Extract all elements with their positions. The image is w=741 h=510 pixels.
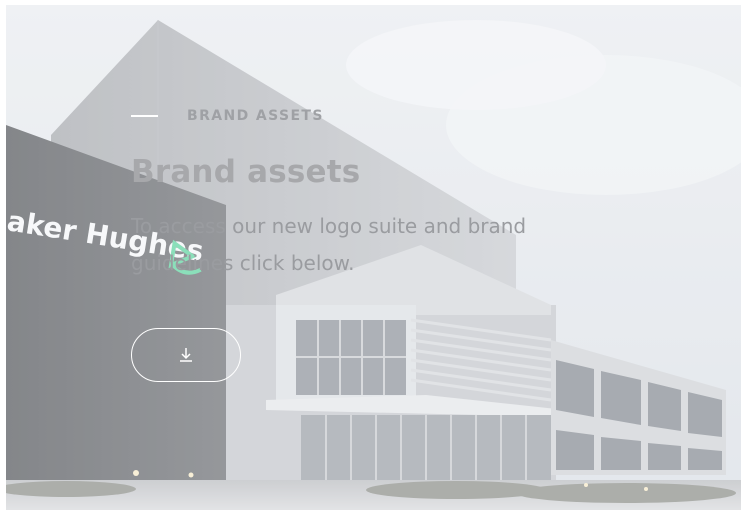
- page-title: Brand assets: [131, 154, 361, 190]
- eyebrow-label: BRAND ASSETS: [187, 108, 324, 124]
- eyebrow-accent-line: [131, 115, 158, 117]
- hero-description: To access our new logo suite and brand g…: [131, 214, 527, 275]
- hero-banner: aker Hughes BRAND ASSETS Brand assets To…: [6, 5, 741, 510]
- hero-content: BRAND ASSETS Brand assets To access our …: [131, 101, 601, 282]
- download-button[interactable]: [131, 328, 241, 382]
- download-icon: [180, 348, 192, 362]
- eyebrow: BRAND ASSETS: [131, 101, 601, 131]
